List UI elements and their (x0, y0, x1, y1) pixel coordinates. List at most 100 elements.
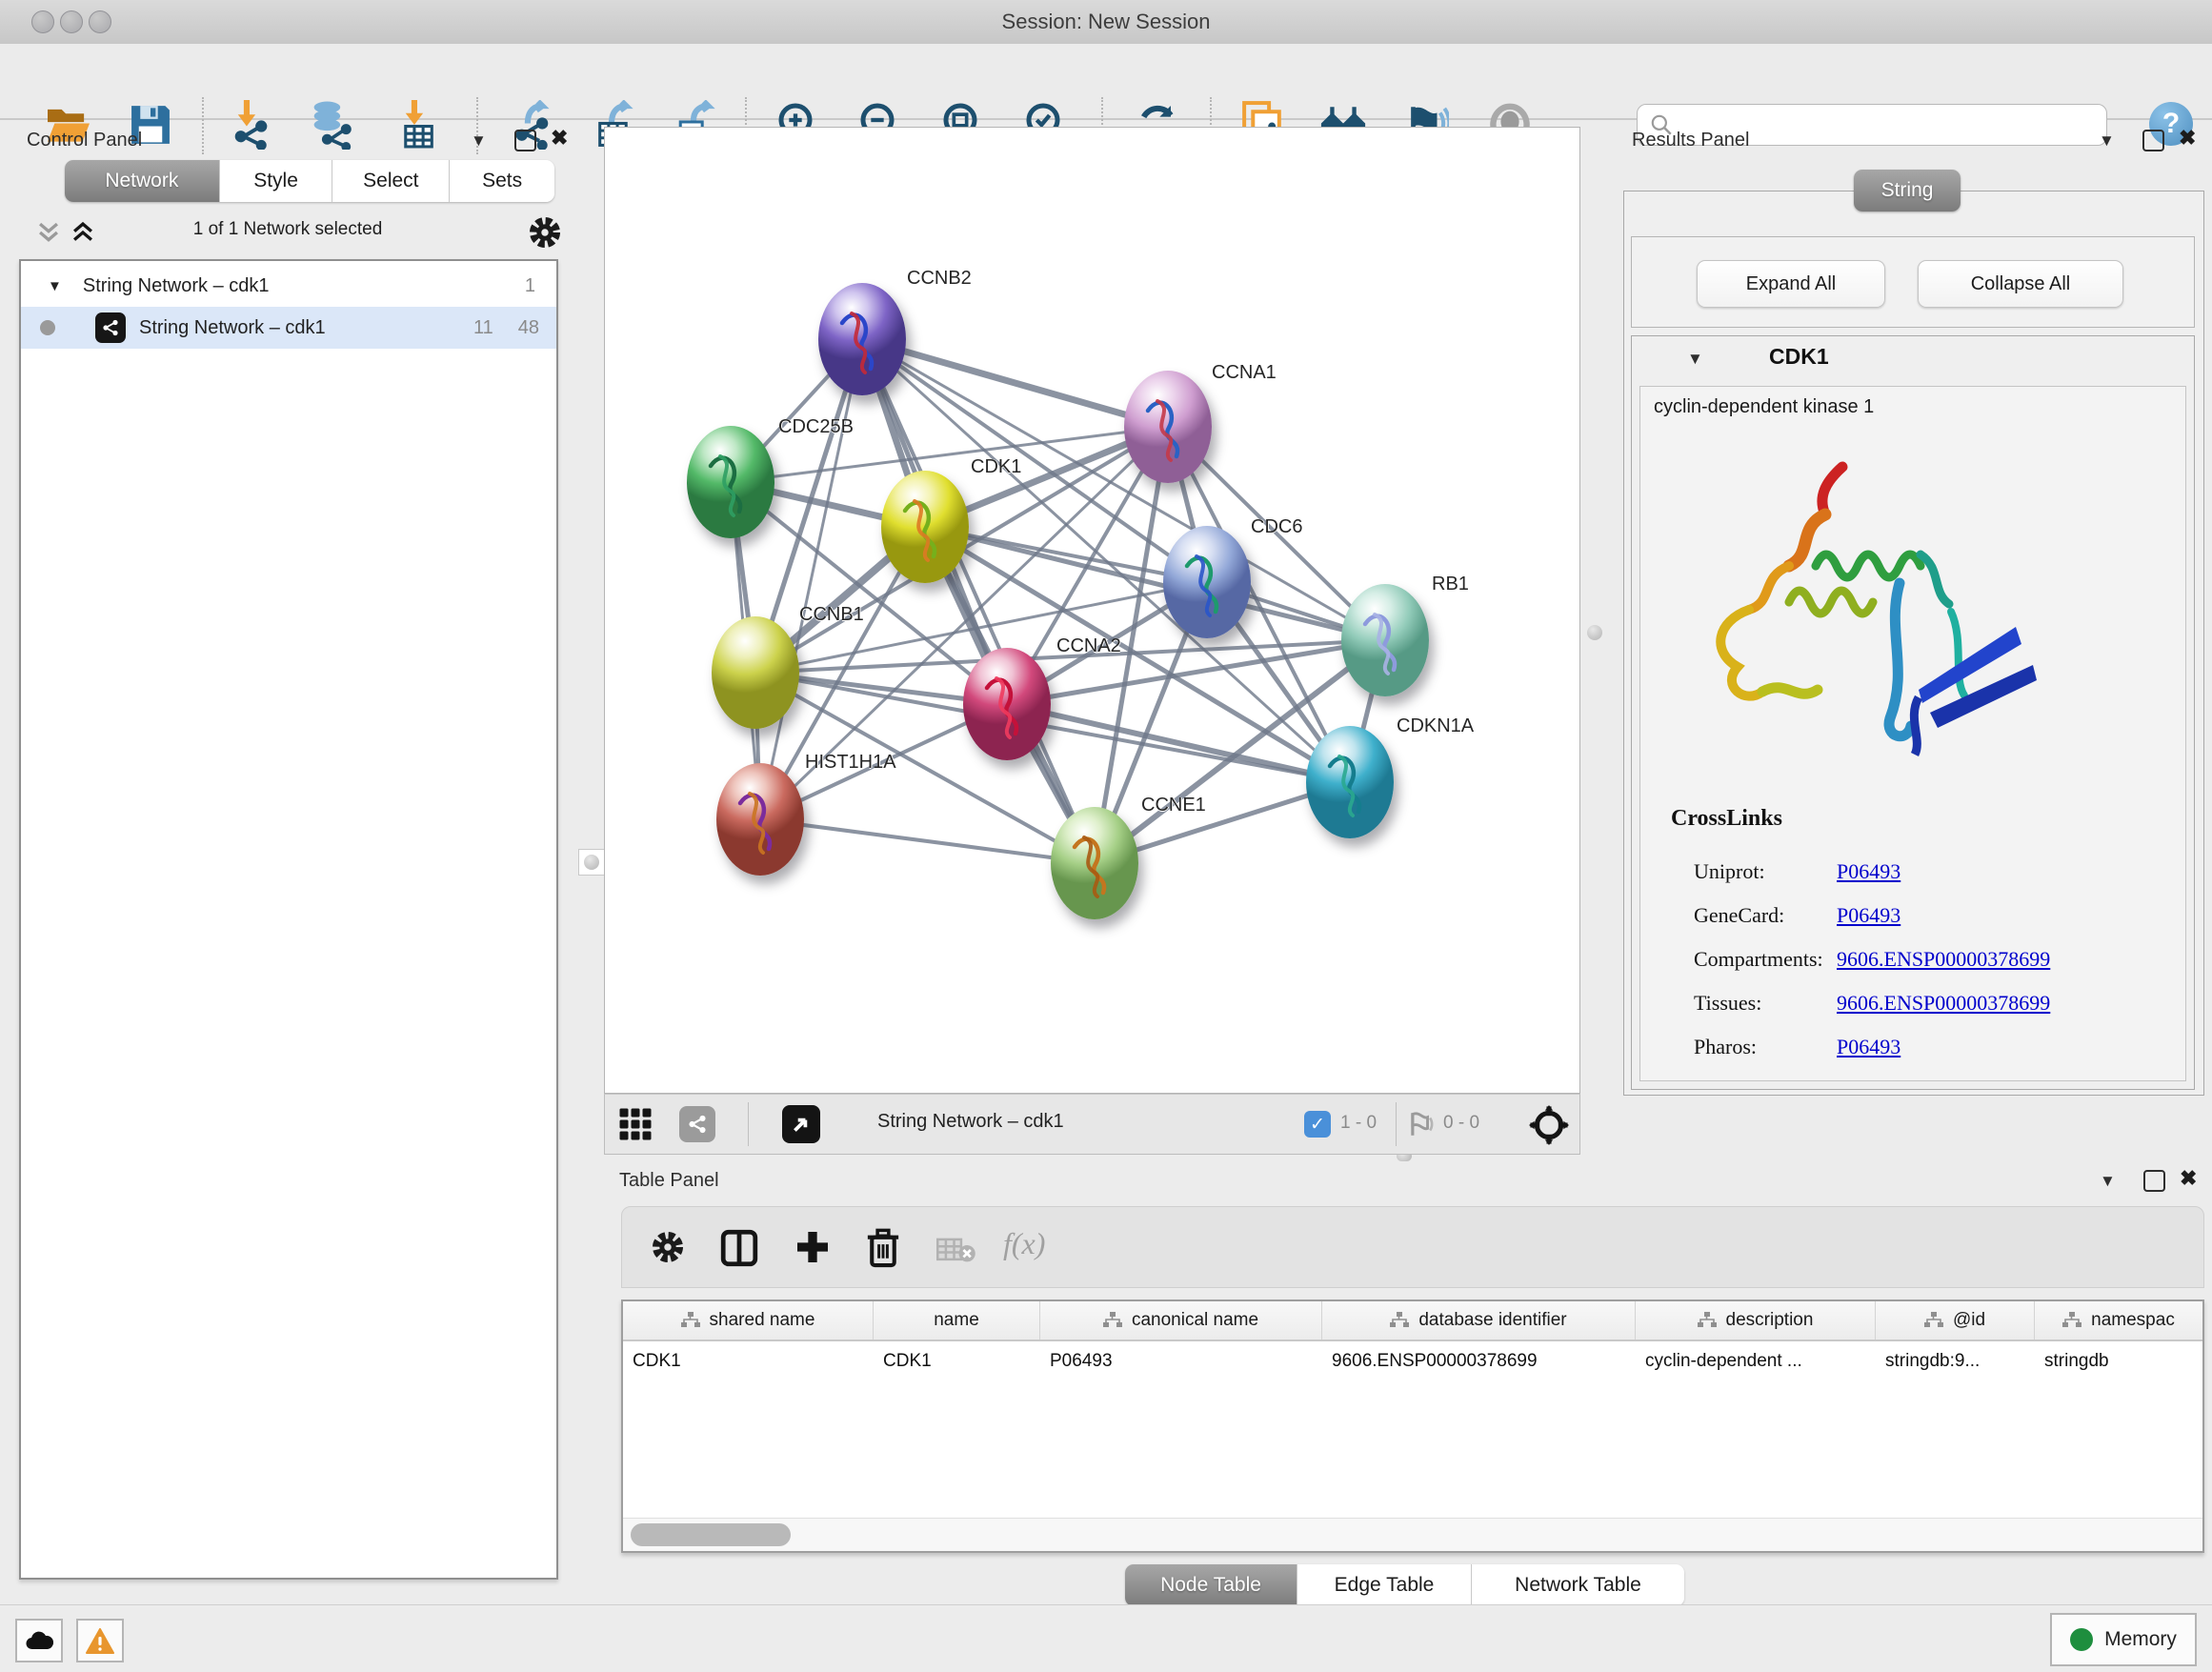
column-header-description[interactable]: description (1636, 1301, 1876, 1340)
protein-thumbnail (727, 776, 794, 864)
window-title: Session: New Session (0, 10, 2212, 34)
tab-sets[interactable]: Sets (450, 160, 554, 202)
table-panel-float-icon[interactable] (2143, 1170, 2165, 1192)
crosslink-compartments[interactable]: 9606.ENSP00000378699 (1837, 947, 2050, 971)
table-panel-close-icon[interactable]: ✖ (2180, 1166, 2197, 1191)
column-header-namespace[interactable]: namespac (2035, 1301, 2202, 1340)
crosslink-uniprot[interactable]: P06493 (1837, 859, 1900, 883)
network-node-HIST1H1A[interactable] (716, 763, 804, 876)
tab-network-table[interactable]: Network Table (1472, 1564, 1684, 1606)
results-panel-close-icon[interactable]: ✖ (2179, 126, 2196, 151)
column-type-icon (1103, 1312, 1122, 1329)
gene-section: ▼ CDK1 cyclin-dependent kinase 1 CrossLi… (1631, 335, 2195, 1090)
warnings-button[interactable] (76, 1619, 124, 1662)
network-node-label: CCNE1 (1141, 795, 1206, 816)
cell-description: cyclin-dependent ... (1636, 1341, 1876, 1381)
selected-nodes-checkbox[interactable]: ✓ (1304, 1111, 1331, 1138)
delete-column-trash-icon[interactable] (864, 1226, 902, 1273)
network-node-RB1[interactable] (1341, 584, 1429, 696)
network-selection-status: 1 of 1 Network selected (11, 219, 564, 240)
string-network-icon (95, 312, 126, 343)
network-node-CCNA1[interactable] (1124, 371, 1212, 483)
network-collection-row[interactable]: ▼ String Network – cdk1 1 (21, 265, 556, 307)
open-in-window-icon[interactable] (782, 1105, 820, 1143)
protein-thumbnail (1174, 539, 1240, 627)
collapse-all-button[interactable]: Collapse All (1918, 260, 2123, 308)
tab-network[interactable]: Network (65, 160, 220, 202)
pan-crosshair-icon[interactable] (1529, 1105, 1569, 1150)
network-edge[interactable] (862, 339, 1168, 427)
network-node-CDKN1A[interactable] (1306, 726, 1394, 838)
network-node-CCNA2[interactable] (963, 648, 1051, 760)
network-node-CCNB2[interactable] (818, 283, 906, 395)
memory-label: Memory (2104, 1628, 2177, 1651)
right-splitter-handle[interactable] (1587, 625, 1602, 640)
network-node-label: CDKN1A (1397, 715, 1474, 737)
results-buttons-box: Expand All Collapse All (1631, 236, 2195, 328)
cloud-icon (25, 1630, 53, 1651)
cell-id: stringdb:9... (1876, 1341, 2035, 1381)
column-header-database-identifier[interactable]: database identifier (1322, 1301, 1636, 1340)
cloud-button[interactable] (15, 1619, 63, 1662)
network-edge[interactable] (760, 339, 862, 819)
network-node-CDC25B[interactable] (687, 426, 774, 538)
network-node-CCNE1[interactable] (1051, 807, 1138, 919)
control-panel-collapse-icon[interactable]: ▼ (471, 131, 487, 151)
column-header-canonical-name[interactable]: canonical name (1040, 1301, 1322, 1340)
control-panel-float-icon[interactable] (514, 130, 536, 151)
column-header-shared-name[interactable]: shared name (623, 1301, 874, 1340)
tab-node-table[interactable]: Node Table (1125, 1564, 1297, 1606)
table-row[interactable]: CDK1 CDK1 P06493 9606.ENSP00000378699 cy… (623, 1341, 2202, 1381)
tab-edge-table[interactable]: Edge Table (1297, 1564, 1472, 1606)
cell-database-identifier: 9606.ENSP00000378699 (1322, 1341, 1636, 1381)
tab-select[interactable]: Select (332, 160, 450, 202)
show-columns-icon[interactable] (719, 1228, 759, 1273)
table-horizontal-scrollbar[interactable] (623, 1518, 2202, 1551)
network-node-CCNB1[interactable] (712, 616, 799, 729)
table-gear-icon[interactable] (649, 1228, 687, 1271)
crosslink-pharos[interactable]: P06493 (1837, 1035, 1900, 1058)
scrollbar-thumb[interactable] (631, 1523, 791, 1546)
delete-table-icon[interactable] (936, 1236, 976, 1269)
results-panel-collapse-icon[interactable]: ▼ (2099, 131, 2115, 151)
birds-eye-view-icon[interactable] (618, 1107, 653, 1146)
results-panel-float-icon[interactable] (2142, 130, 2164, 151)
column-header-id[interactable]: @id (1876, 1301, 2035, 1340)
column-header-name[interactable]: name (874, 1301, 1040, 1340)
hidden-counts: 0 - 0 (1443, 1113, 1479, 1134)
network-node-label: HIST1H1A (805, 752, 896, 774)
string-badge-icon[interactable] (679, 1106, 715, 1142)
crosslink-label: GeneCard: (1694, 894, 1823, 937)
collection-count: 1 (525, 275, 535, 297)
network-edge[interactable] (862, 339, 1095, 863)
tree-expand-icon[interactable]: ▼ (48, 278, 62, 294)
network-options-gear-icon[interactable] (526, 213, 564, 256)
memory-button[interactable]: Memory (2050, 1613, 2197, 1666)
selected-counts: 1 - 0 (1340, 1113, 1377, 1134)
gene-description: cyclin-dependent kinase 1 (1654, 396, 1874, 418)
crosslink-tissues[interactable]: 9606.ENSP00000378699 (1837, 991, 2050, 1015)
gene-detail-box: cyclin-dependent kinase 1 CrossLinks Uni… (1639, 386, 2186, 1081)
network-tree: ▼ String Network – cdk1 1 String Network… (19, 259, 558, 1580)
expand-all-button[interactable]: Expand All (1697, 260, 1885, 308)
control-panel-close-icon[interactable]: ✖ (551, 126, 568, 151)
network-node-label: CCNA1 (1212, 362, 1277, 384)
left-splitter-handle[interactable] (578, 849, 605, 876)
function-builder-icon[interactable]: f(x) (1003, 1226, 1045, 1261)
cell-shared-name: CDK1 (623, 1341, 874, 1381)
gene-section-collapse-icon[interactable]: ▼ (1687, 350, 1703, 369)
tab-style[interactable]: Style (220, 160, 333, 202)
network-row-selected[interactable]: String Network – cdk1 11 48 (21, 307, 556, 349)
table-panel-collapse-icon[interactable]: ▼ (2100, 1172, 2116, 1191)
tab-string[interactable]: String (1854, 170, 1961, 212)
crosslink-genecard[interactable]: P06493 (1837, 903, 1900, 927)
network-edge[interactable] (760, 819, 1095, 863)
column-type-icon (1698, 1312, 1717, 1329)
add-column-icon[interactable] (794, 1228, 832, 1271)
network-node-CDK1[interactable] (881, 471, 969, 583)
hidden-eye-icon[interactable] (1405, 1109, 1438, 1144)
crosslink-label: Compartments: (1694, 937, 1823, 981)
network-canvas[interactable]: CCNB2CCNA1CDC25BCDK1CDC6RB1CCNB1CCNA2CDK… (604, 127, 1580, 1094)
network-edge[interactable] (1007, 704, 1350, 782)
network-node-CDC6[interactable] (1163, 526, 1251, 638)
